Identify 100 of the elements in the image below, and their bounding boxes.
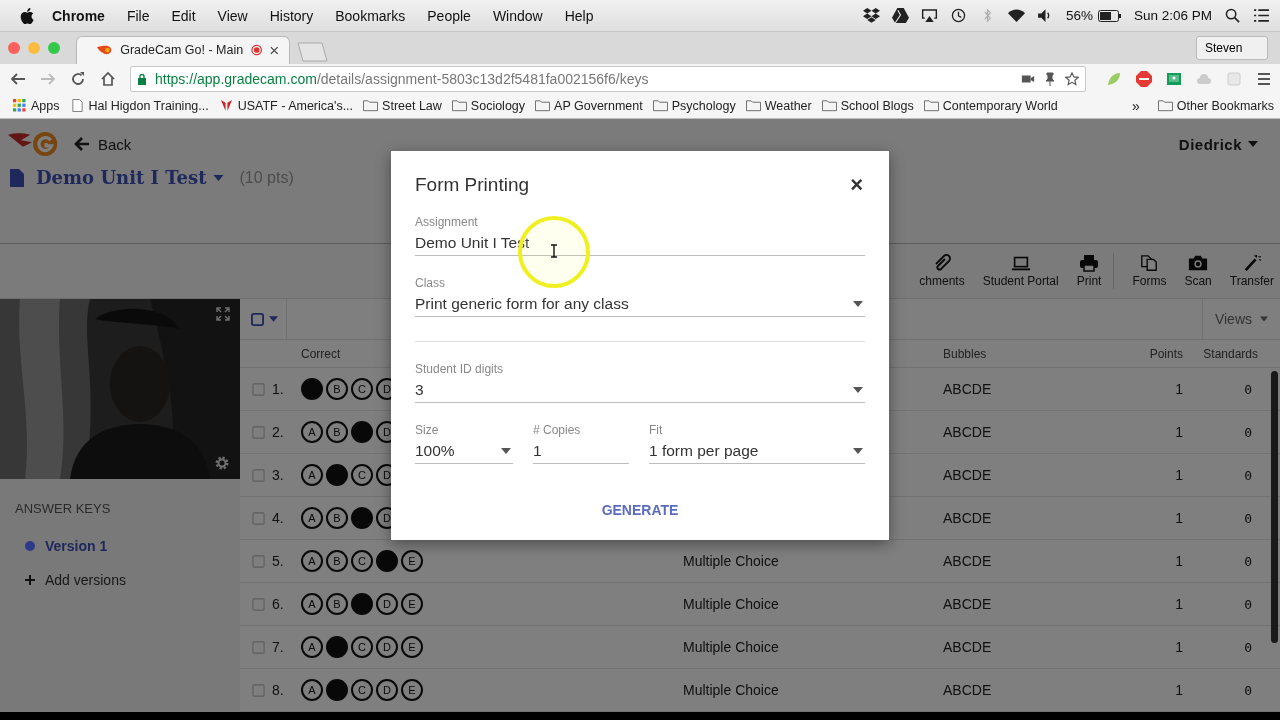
row-checkbox[interactable] <box>252 383 265 396</box>
bookmark[interactable]: School Blogs <box>821 98 914 113</box>
answer-bubble[interactable]: D <box>376 636 398 659</box>
menu-item[interactable]: Window <box>492 7 543 24</box>
settings-icon[interactable] <box>214 455 230 472</box>
battery-icon[interactable] <box>1097 9 1122 22</box>
more-bookmarks-button[interactable]: » <box>1131 97 1140 114</box>
add-versions-button[interactable]: Add versions <box>15 572 240 589</box>
menu-item[interactable]: File <box>126 7 150 24</box>
answer-bubble[interactable] <box>301 378 323 401</box>
answer-bubble[interactable]: A <box>301 593 323 616</box>
bookmark[interactable]: Psychology <box>652 98 736 113</box>
search-icon[interactable] <box>1224 8 1241 23</box>
back-button[interactable]: Back <box>68 135 138 154</box>
bookmark[interactable]: USATF - America's... <box>218 98 354 113</box>
answer-bubble[interactable] <box>351 421 373 444</box>
answer-bubble[interactable]: B <box>326 421 348 444</box>
answer-bubble[interactable]: A <box>301 421 323 444</box>
menu-icon[interactable] <box>1256 70 1272 87</box>
scrollbar-thumb[interactable] <box>1271 371 1278 644</box>
answer-bubble[interactable]: E <box>401 679 423 702</box>
row-checkbox[interactable] <box>252 469 265 482</box>
list-icon[interactable] <box>1253 8 1270 23</box>
close-button[interactable]: × <box>848 175 865 196</box>
toolbar-button[interactable]: chments <box>913 254 971 289</box>
column-header[interactable]: Standards <box>1203 347 1258 361</box>
user-menu-button[interactable]: Diedrick <box>1172 135 1264 154</box>
select-field[interactable]: Student ID digits 3 <box>415 362 865 404</box>
answer-bubble[interactable]: A <box>301 679 323 702</box>
column-header[interactable]: Bubbles <box>943 347 987 361</box>
answer-bubble[interactable]: C <box>351 464 373 487</box>
bookmark[interactable]: Apps <box>12 98 60 113</box>
answer-bubble[interactable] <box>351 593 373 616</box>
classroom-icon[interactable] <box>1166 70 1182 87</box>
select-field[interactable]: Size 100% <box>415 423 513 465</box>
answer-bubble[interactable]: E <box>401 550 423 573</box>
answer-bubble[interactable]: C <box>351 378 373 401</box>
bookmark[interactable]: Weather <box>745 98 812 113</box>
bookmark[interactable]: Contemporary World <box>923 98 1058 113</box>
toolbar-button[interactable]: Forms <box>1126 254 1173 289</box>
input-field[interactable]: # Copies 1 <box>533 423 629 465</box>
back-icon[interactable] <box>10 70 26 87</box>
answer-bubble[interactable]: A <box>301 507 323 530</box>
answer-bubble[interactable] <box>376 550 398 573</box>
menu-clock[interactable]: Sun 2:06 PM <box>1133 8 1212 23</box>
answer-bubble[interactable]: E <box>401 593 423 616</box>
close-tab-icon[interactable] <box>270 45 279 55</box>
reload-icon[interactable] <box>70 70 86 87</box>
views-dropdown[interactable]: Views <box>1201 299 1280 340</box>
adblock-icon[interactable] <box>1136 70 1152 87</box>
star-icon[interactable] <box>1065 71 1079 86</box>
airplay-icon[interactable] <box>920 8 938 23</box>
answer-bubble[interactable]: A <box>301 636 323 659</box>
column-header[interactable]: Correct <box>301 347 341 361</box>
answer-bubble[interactable] <box>326 636 348 659</box>
answer-bubble[interactable]: D <box>376 679 398 702</box>
row-checkbox[interactable] <box>252 598 265 611</box>
toolbar-button[interactable]: Scan <box>1178 254 1218 289</box>
answer-bubble[interactable]: A <box>301 550 323 573</box>
home-icon[interactable] <box>100 70 116 87</box>
drive-icon[interactable] <box>891 8 909 23</box>
answer-bubble[interactable]: A <box>301 464 323 487</box>
menu-item[interactable]: History <box>269 7 314 24</box>
browser-tab[interactable]: GradeCam Go! - Main <box>76 35 290 64</box>
expand-icon[interactable] <box>216 307 230 322</box>
address-bar[interactable]: https://app.gradecam.com/details/assignment-5803c13d2f5481fa002156f6/keys <box>130 65 1086 92</box>
profile-button[interactable]: Steven <box>1196 36 1268 60</box>
select-field[interactable]: Class Print generic form for any class <box>415 276 865 318</box>
toolbar-button[interactable]: Student Portal <box>976 254 1065 289</box>
pin-icon[interactable] <box>1043 71 1057 86</box>
answer-bubble[interactable]: B <box>326 378 348 401</box>
row-checkbox[interactable] <box>252 555 265 568</box>
answer-bubble[interactable]: C <box>351 636 373 659</box>
answer-bubble[interactable] <box>326 464 348 487</box>
answer-bubble[interactable] <box>326 679 348 702</box>
menu-item[interactable]: People <box>427 7 471 24</box>
row-checkbox[interactable] <box>252 512 265 525</box>
bookmark[interactable]: Other Bookmarks <box>1157 98 1274 113</box>
clock-icon[interactable] <box>949 8 967 23</box>
bookmark[interactable]: Street Law <box>363 98 442 113</box>
wifi-icon[interactable] <box>1007 8 1025 23</box>
row-checkbox[interactable] <box>252 641 265 654</box>
menu-item[interactable]: Chrome <box>52 7 105 24</box>
generate-button[interactable]: GENERATE <box>593 498 687 523</box>
select-field[interactable]: Fit 1 form per page <box>649 423 865 465</box>
bookmark[interactable]: Sociology <box>451 98 526 113</box>
select-all-checkbox[interactable] <box>251 313 264 326</box>
menu-item[interactable]: Bookmarks <box>335 7 406 24</box>
answer-bubble[interactable]: B <box>326 507 348 530</box>
menu-item[interactable]: Help <box>564 7 594 24</box>
column-header[interactable]: Points <box>1149 347 1183 361</box>
assignment-title[interactable]: Demo Unit I Test <box>36 167 224 189</box>
answer-bubble[interactable]: B <box>326 550 348 573</box>
g-logo-icon[interactable] <box>8 130 60 159</box>
answer-bubble[interactable]: B <box>326 593 348 616</box>
caret-icon[interactable] <box>269 316 278 323</box>
menu-item[interactable]: View <box>217 7 248 24</box>
version-item[interactable]: Version 1 <box>15 538 108 555</box>
row-checkbox[interactable] <box>252 426 265 439</box>
bookmark[interactable]: Hal Higdon Training... <box>69 98 209 113</box>
